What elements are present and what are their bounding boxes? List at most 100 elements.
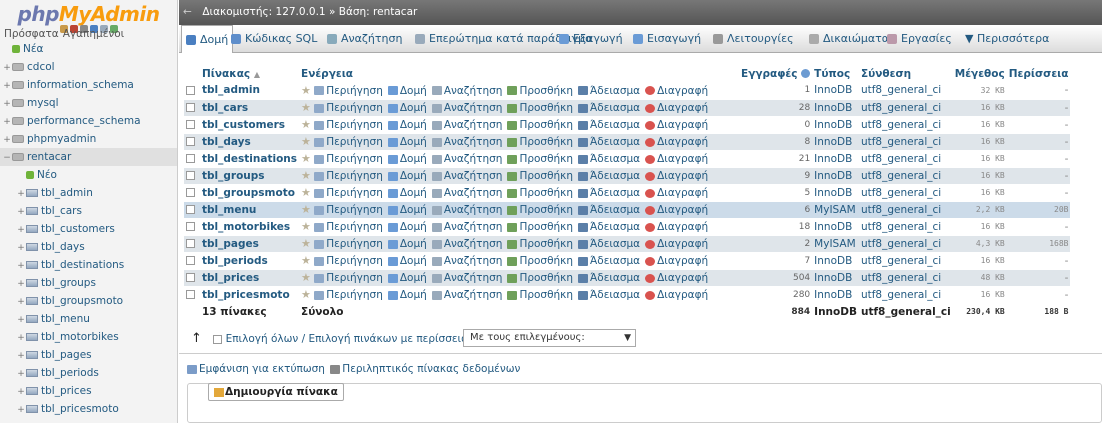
- drop-action[interactable]: Διαγραφή: [645, 255, 708, 267]
- table-name-link[interactable]: tbl_menu: [200, 201, 300, 219]
- row-checkbox[interactable]: [186, 103, 195, 112]
- table-col-header[interactable]: Πίνακας ▲: [200, 65, 300, 82]
- row-checkbox[interactable]: [186, 188, 195, 197]
- insert-action[interactable]: Προσθήκη: [507, 204, 573, 216]
- drop-action[interactable]: Διαγραφή: [645, 187, 708, 199]
- drop-action[interactable]: Διαγραφή: [645, 221, 708, 233]
- table-row[interactable]: tbl_pages ★ Περιήγηση Δομή Αναζήτηση Προσθήκ…: [184, 235, 1071, 253]
- expand-icon[interactable]: +: [2, 59, 12, 77]
- create-table-legend[interactable]: Δημιουργία πίνακα: [208, 383, 344, 401]
- table-row[interactable]: tbl_motorbikes ★ Περιήγηση Δομή Αναζήτηση Πρ…: [184, 218, 1071, 236]
- expand-icon[interactable]: +: [16, 257, 26, 275]
- expand-icon[interactable]: +: [16, 383, 26, 401]
- browse-action[interactable]: Περιήγηση: [314, 204, 383, 216]
- empty-action[interactable]: Άδειασμα: [578, 187, 640, 199]
- structure-action[interactable]: Δομή: [387, 170, 427, 182]
- structure-action[interactable]: Δομή: [387, 187, 427, 199]
- browse-action[interactable]: Περιήγηση: [314, 85, 383, 97]
- row-checkbox[interactable]: [186, 154, 195, 163]
- tree-item[interactable]: + tbl_groupsmoto: [0, 292, 177, 310]
- table-size[interactable]: 16 KB: [952, 116, 1007, 134]
- favorite-star-icon[interactable]: ★: [301, 271, 311, 284]
- table-row[interactable]: tbl_periods ★ Περιήγηση Δομή Αναζήτηση Προσθ…: [184, 252, 1071, 270]
- insert-action[interactable]: Προσθήκη: [507, 238, 573, 250]
- tab-item[interactable]: ▼ Περισσότερα: [965, 25, 1049, 53]
- expand-icon[interactable]: +: [16, 365, 26, 383]
- expand-icon[interactable]: +: [16, 239, 26, 257]
- tab-item[interactable]: Εξαγωγή: [559, 25, 623, 53]
- tree-item[interactable]: + tbl_destinations: [0, 256, 177, 275]
- structure-action[interactable]: Δομή: [387, 85, 427, 97]
- search-action[interactable]: Αναζήτηση: [431, 136, 502, 148]
- table-name-link[interactable]: tbl_periods: [200, 252, 300, 270]
- check-all-label[interactable]: Επιλογή όλων / Επιλογή πινάκων με περίσσ…: [226, 333, 468, 345]
- search-action[interactable]: Αναζήτηση: [431, 289, 502, 301]
- rows-col-header[interactable]: Εγγραφές: [739, 65, 813, 82]
- browse-action[interactable]: Περιήγηση: [314, 136, 383, 148]
- info-icon[interactable]: [801, 69, 811, 78]
- table-size[interactable]: 16 KB: [952, 133, 1007, 151]
- search-action[interactable]: Αναζήτηση: [431, 204, 502, 216]
- table-size[interactable]: 2,2 KB: [952, 201, 1007, 219]
- browse-action[interactable]: Περιήγηση: [314, 255, 383, 267]
- expand-icon[interactable]: +: [2, 77, 12, 95]
- expand-icon[interactable]: +: [16, 347, 26, 365]
- table-name-link[interactable]: tbl_cars: [200, 99, 300, 117]
- tree-item[interactable]: + tbl_pricesmoto: [0, 400, 177, 418]
- insert-action[interactable]: Προσθήκη: [507, 153, 573, 165]
- tree-item[interactable]: + cdcol: [0, 58, 177, 77]
- browse-action[interactable]: Περιήγηση: [314, 170, 383, 182]
- empty-action[interactable]: Άδειασμα: [578, 272, 640, 284]
- table-name-link[interactable]: tbl_pricesmoto: [200, 286, 300, 304]
- expand-icon[interactable]: +: [16, 203, 26, 221]
- insert-action[interactable]: Προσθήκη: [507, 102, 573, 114]
- tab-item[interactable]: Κώδικας SQL: [231, 25, 317, 53]
- insert-action[interactable]: Προσθήκη: [507, 170, 573, 182]
- expand-icon[interactable]: +: [16, 221, 26, 239]
- tree-item[interactable]: − rentacar: [0, 148, 177, 167]
- table-size[interactable]: 16 KB: [952, 167, 1007, 185]
- tree-item[interactable]: + performance_schema: [0, 112, 177, 130]
- favorite-star-icon[interactable]: ★: [301, 101, 311, 114]
- collapse-arrow-icon[interactable]: ←: [183, 0, 199, 25]
- tree-item[interactable]: Νέο: [0, 166, 177, 184]
- tree-item[interactable]: Νέα: [0, 40, 177, 58]
- empty-action[interactable]: Άδειασμα: [578, 204, 640, 216]
- structure-action[interactable]: Δομή: [387, 119, 427, 131]
- search-action[interactable]: Αναζήτηση: [431, 153, 502, 165]
- server-crumb[interactable]: Διακομιστής: 127.0.0.1: [202, 6, 325, 18]
- table-size[interactable]: 48 KB: [952, 269, 1007, 287]
- empty-action[interactable]: Άδειασμα: [578, 289, 640, 301]
- with-selected-dropdown[interactable]: Με τους επιλεγμένους: ▼: [463, 329, 636, 347]
- table-row[interactable]: tbl_groupsmoto ★ Περιήγηση Δομή Αναζήτηση Πρ…: [184, 184, 1071, 202]
- table-size[interactable]: 16 KB: [952, 150, 1007, 168]
- table-name-link[interactable]: tbl_prices: [200, 269, 300, 287]
- structure-action[interactable]: Δομή: [387, 238, 427, 250]
- collapse-icon[interactable]: −: [2, 149, 12, 167]
- browse-action[interactable]: Περιήγηση: [314, 221, 383, 233]
- table-row[interactable]: tbl_cars ★ Περιήγηση Δομή Αναζήτηση Προσθήκη…: [184, 99, 1071, 117]
- empty-action[interactable]: Άδειασμα: [578, 153, 640, 165]
- print-view-link[interactable]: Εμφάνιση για εκτύπωση: [199, 363, 325, 375]
- table-name-link[interactable]: tbl_groups: [200, 167, 300, 185]
- table-name-link[interactable]: tbl_admin: [200, 82, 300, 100]
- empty-action[interactable]: Άδειασμα: [578, 221, 640, 233]
- favorite-star-icon[interactable]: ★: [301, 237, 311, 250]
- overhead-col-header[interactable]: Περίσσεια: [1006, 65, 1071, 82]
- table-name-link[interactable]: tbl_days: [200, 133, 300, 151]
- tree-item[interactable]: + tbl_groups: [0, 274, 177, 292]
- tree-item[interactable]: + tbl_prices: [0, 382, 177, 401]
- tree-item[interactable]: + tbl_pages: [0, 346, 177, 365]
- tab-item[interactable]: Εισαγωγή: [633, 25, 701, 53]
- tree-item[interactable]: + tbl_days: [0, 238, 177, 257]
- row-checkbox[interactable]: [186, 290, 195, 299]
- favorite-star-icon[interactable]: ★: [301, 220, 311, 233]
- favorite-star-icon[interactable]: ★: [301, 118, 311, 131]
- empty-action[interactable]: Άδειασμα: [578, 136, 640, 148]
- favorite-star-icon[interactable]: ★: [301, 186, 311, 199]
- browse-action[interactable]: Περιήγηση: [314, 102, 383, 114]
- database-crumb[interactable]: Βάση: rentacar: [339, 6, 418, 18]
- row-checkbox[interactable]: [186, 256, 195, 265]
- tree-item[interactable]: + tbl_motorbikes: [0, 328, 177, 346]
- type-col-header[interactable]: Τύπος: [812, 65, 859, 82]
